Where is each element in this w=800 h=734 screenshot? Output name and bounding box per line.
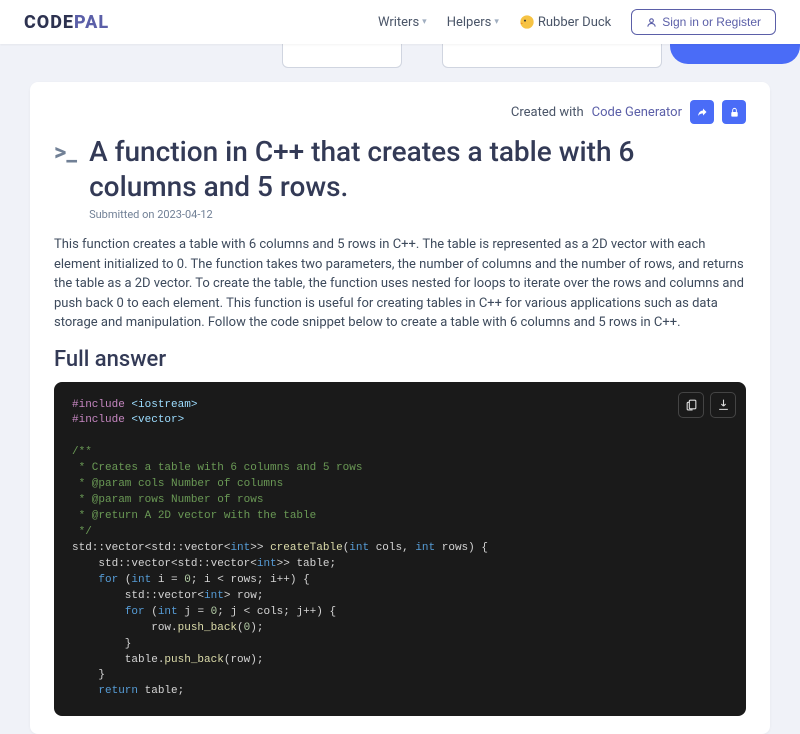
nav: Writers▾ Helpers▾ Rubber Duck Sign in or…	[378, 9, 776, 35]
signin-button[interactable]: Sign in or Register	[631, 9, 776, 35]
download-button[interactable]	[710, 392, 736, 418]
nav-label: Helpers	[447, 15, 492, 30]
created-link[interactable]: Code Generator	[592, 105, 682, 120]
logo-pal: PAL	[74, 12, 109, 33]
page-title: A function in C++ that creates a table w…	[89, 134, 746, 204]
code-content: #include <iostream> #include <vector> /*…	[72, 398, 728, 701]
description: This function creates a table with 6 col…	[54, 235, 746, 333]
nav-writers[interactable]: Writers▾	[378, 15, 427, 30]
duck-icon	[519, 14, 535, 30]
nav-label: Rubber Duck	[538, 15, 611, 30]
code-block: #include <iostream> #include <vector> /*…	[54, 382, 746, 717]
copy-button[interactable]	[678, 392, 704, 418]
prompt-icon: >_	[54, 138, 77, 166]
lock-button[interactable]	[722, 100, 746, 124]
nav-helpers[interactable]: Helpers▾	[447, 15, 499, 30]
chevron-down-icon: ▾	[494, 17, 499, 27]
nav-rubber-duck[interactable]: Rubber Duck	[519, 14, 611, 30]
main-card: Created with Code Generator >_ A functio…	[30, 82, 770, 734]
download-icon	[717, 398, 730, 411]
created-row: Created with Code Generator	[54, 100, 746, 124]
clipboard-icon	[685, 398, 698, 411]
section-title: Full answer	[54, 347, 746, 372]
submitted-date: Submitted on 2023-04-12	[89, 208, 746, 221]
logo-code: CODE	[24, 12, 74, 33]
user-icon	[646, 17, 657, 28]
search-bar-partial	[0, 44, 800, 72]
lock-icon	[729, 107, 740, 118]
created-prefix: Created with	[511, 105, 584, 120]
share-icon	[696, 106, 708, 118]
share-button[interactable]	[690, 100, 714, 124]
header: CODEPAL Writers▾ Helpers▾ Rubber Duck Si…	[0, 0, 800, 44]
nav-label: Writers	[378, 15, 419, 30]
chevron-down-icon: ▾	[422, 17, 427, 27]
signin-label: Sign in or Register	[662, 15, 761, 29]
logo[interactable]: CODEPAL	[24, 12, 109, 33]
